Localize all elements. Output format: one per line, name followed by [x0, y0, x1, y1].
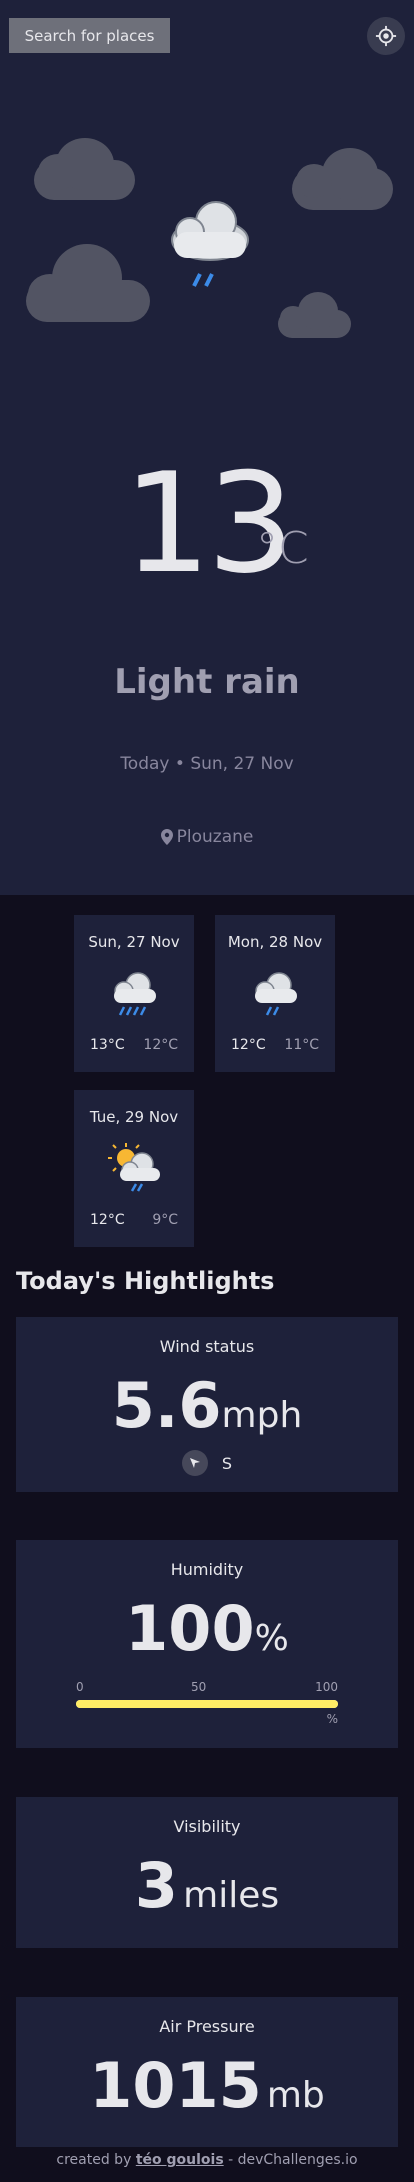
humidity-card: Humidity 100% 0 50 100 %: [16, 1540, 398, 1748]
light-rain-icon: [171, 201, 249, 287]
navigation-arrow-icon: [181, 1450, 208, 1476]
locate-button[interactable]: [367, 17, 405, 55]
forecast-min-temp: 12°C: [143, 1037, 178, 1053]
wind-status-card: Wind status 5.6mph S: [16, 1317, 398, 1492]
forecast-date: Sun, 27 Nov: [88, 933, 180, 951]
wind-direction-label: S: [221, 1453, 233, 1473]
forecast-card: Sun, 27 Nov 13°C 12°C: [74, 915, 194, 1072]
humidity-label: Humidity: [170, 1560, 244, 1579]
wind-status-label: Wind status: [159, 1337, 255, 1356]
gps-target-icon: [375, 25, 397, 47]
footer-credit: created by téo goulois - devChallenges.i…: [56, 2152, 358, 2168]
search-places-button[interactable]: Search for places: [9, 18, 170, 53]
weather-condition: Light rain: [114, 662, 300, 702]
author-link[interactable]: téo goulois: [136, 2152, 224, 2168]
humidity-number: 100: [125, 1592, 255, 1665]
forecast-min-temp: 9°C: [152, 1212, 178, 1228]
humidity-unit: %: [254, 1618, 289, 1659]
wind-unit: mph: [221, 1395, 303, 1436]
scale-label-min: 0: [76, 1680, 84, 1694]
current-date: Today • Sun, 27 Nov: [120, 754, 294, 774]
background-cloud: [292, 148, 393, 210]
background-cloud: [34, 138, 135, 200]
forecast-max-temp: 12°C: [231, 1037, 266, 1053]
scale-unit: %: [326, 1712, 338, 1726]
visibility-value: 3 miles: [16, 1849, 398, 1922]
scale-label-max: 100: [315, 1680, 338, 1694]
visibility-card: Visibility 3 miles: [16, 1797, 398, 1948]
light-rain-icon: [255, 972, 297, 1016]
air-pressure-value: 1015 mb: [16, 2049, 398, 2122]
highlights-title: Today's Hightlights: [16, 1267, 275, 1295]
forecast-card: Tue, 29 Nov 12°C 9°C: [74, 1090, 194, 1247]
location-name: Plouzane: [176, 827, 254, 847]
scale-label-mid: 50: [191, 1680, 207, 1694]
forecast-date: Mon, 28 Nov: [227, 933, 323, 951]
forecast-date: Tue, 29 Nov: [89, 1108, 179, 1126]
visibility-unit: miles: [183, 1875, 280, 1916]
heavy-rain-icon: [114, 972, 156, 1016]
sun-cloud-rain-icon: [108, 1143, 160, 1192]
wind-direction: S: [16, 1450, 398, 1476]
humidity-scale: 0 50 100 %: [76, 1680, 338, 1726]
humidity-bar-fill: [76, 1700, 338, 1708]
pressure-number: 1015: [89, 2049, 262, 2122]
air-pressure-label: Air Pressure: [159, 2017, 255, 2036]
current-location: Plouzane: [0, 827, 414, 847]
background-cloud: [278, 292, 351, 338]
forecast-card: Mon, 28 Nov 12°C 11°C: [215, 915, 335, 1072]
current-temperature: 13 °C: [0, 455, 414, 593]
wind-status-value: 5.6mph: [16, 1369, 398, 1442]
temperature-unit: °C: [256, 523, 309, 574]
pressure-unit: mb: [266, 2075, 325, 2116]
forecast-min-temp: 11°C: [284, 1037, 319, 1053]
humidity-value: 100%: [16, 1592, 398, 1665]
wind-speed: 5.6: [111, 1369, 222, 1442]
background-cloud: [26, 244, 150, 322]
air-pressure-card: Air Pressure 1015 mb: [16, 1997, 398, 2147]
forecast-max-temp: 12°C: [90, 1212, 125, 1228]
map-pin-icon: [160, 829, 173, 845]
current-weather-panel: Search for places 13 °C Light rain Today…: [0, 0, 414, 895]
forecast-max-temp: 13°C: [90, 1037, 125, 1053]
humidity-bar: [76, 1700, 338, 1708]
visibility-number: 3: [134, 1849, 179, 1922]
visibility-label: Visibility: [173, 1817, 241, 1836]
